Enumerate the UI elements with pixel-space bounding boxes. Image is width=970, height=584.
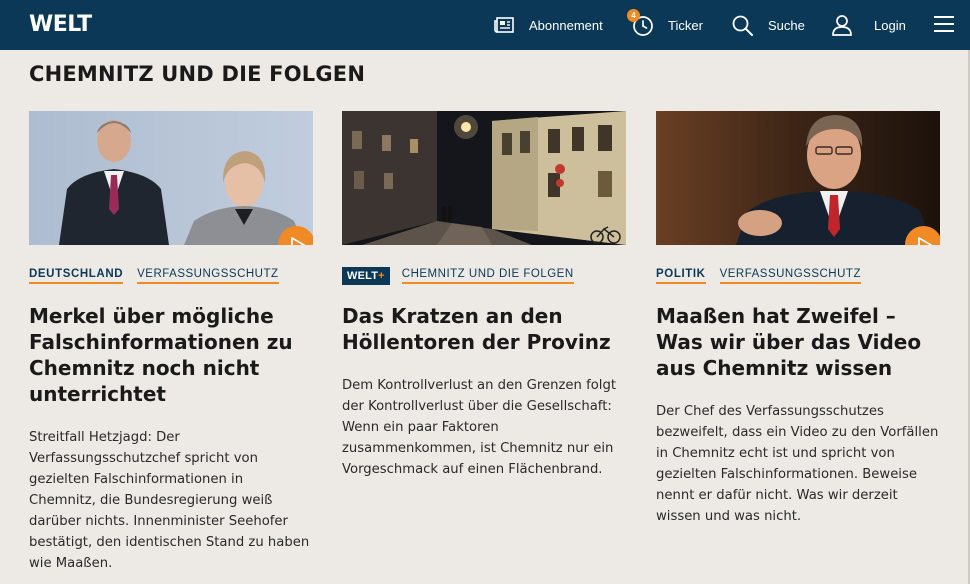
article-topic[interactable]: VERFASSUNGSSCHUTZ xyxy=(137,268,279,284)
article-headline[interactable]: Maaßen hat Zweifel – Was wir über das Vi… xyxy=(656,303,940,381)
ticker-count-badge: 4 xyxy=(627,9,640,22)
site-header: WELT Abonnement 4 Ticker Suche Login xyxy=(0,0,970,50)
nav-abonnement-label: Abonnement xyxy=(529,17,603,33)
article-card[interactable]: WELT+ Chemnitz und die Folgen Das Kratze… xyxy=(342,111,626,480)
article-kicker[interactable]: POLITIK xyxy=(656,268,706,284)
article-meta: WELT+ Chemnitz und die Folgen xyxy=(342,266,626,286)
welt-plus-badge: WELT+ xyxy=(342,267,390,285)
hamburger-menu-icon[interactable] xyxy=(934,16,954,34)
article-card[interactable]: POLITIK VERFASSUNGSSCHUTZ Maaßen hat Zwe… xyxy=(656,111,940,527)
article-topic[interactable]: Chemnitz und die Folgen xyxy=(401,268,574,284)
nav-login-label: Login xyxy=(874,17,906,33)
article-meta: POLITIK VERFASSUNGSSCHUTZ xyxy=(656,266,940,286)
search-icon xyxy=(732,15,753,36)
article-kicker[interactable]: DEUTSCHLAND xyxy=(29,268,124,284)
article-topic[interactable]: VERFASSUNGSSCHUTZ xyxy=(719,268,861,284)
article-teaser: Der Chef des Verfassungsschutzes bezweif… xyxy=(656,404,939,524)
article-card[interactable]: DEUTSCHLAND VERFASSUNGSSCHUTZ Merkel übe… xyxy=(29,111,313,574)
article-teaser: Dem Kontrollverlust an den Grenzen folgt… xyxy=(342,378,617,477)
article-teaser: Streitfall Hetzjagd: Der Verfassungsschu… xyxy=(29,430,310,571)
nav-abonnement[interactable]: Abonnement xyxy=(494,0,603,50)
article-headline[interactable]: Merkel über mögliche Falschinformationen… xyxy=(29,303,313,407)
user-icon xyxy=(832,14,852,36)
article-meta: DEUTSCHLAND VERFASSUNGSSCHUTZ xyxy=(29,266,313,286)
newspaper-icon xyxy=(494,17,514,33)
play-icon xyxy=(291,236,305,245)
article-thumbnail[interactable] xyxy=(342,111,626,245)
section-title[interactable]: CHEMNITZ UND DIE FOLGEN xyxy=(29,62,365,86)
nav-ticker-label: Ticker xyxy=(668,17,703,33)
nav-login[interactable]: Login xyxy=(832,0,906,50)
welt-logo[interactable]: WELT xyxy=(29,12,92,37)
article-thumbnail[interactable] xyxy=(656,111,940,245)
clock-icon: 4 xyxy=(627,9,653,36)
welt-plus-text: WELT xyxy=(347,270,379,282)
nav-search[interactable]: Suche xyxy=(732,0,805,50)
nav-search-label: Suche xyxy=(768,17,805,33)
article-thumbnail[interactable] xyxy=(29,111,313,245)
play-icon xyxy=(918,236,932,245)
article-headline[interactable]: Das Kratzen an den Höllentoren der Provi… xyxy=(342,303,626,355)
nav-ticker[interactable]: 4 Ticker xyxy=(627,0,703,50)
welt-plus-sign: + xyxy=(378,270,385,282)
